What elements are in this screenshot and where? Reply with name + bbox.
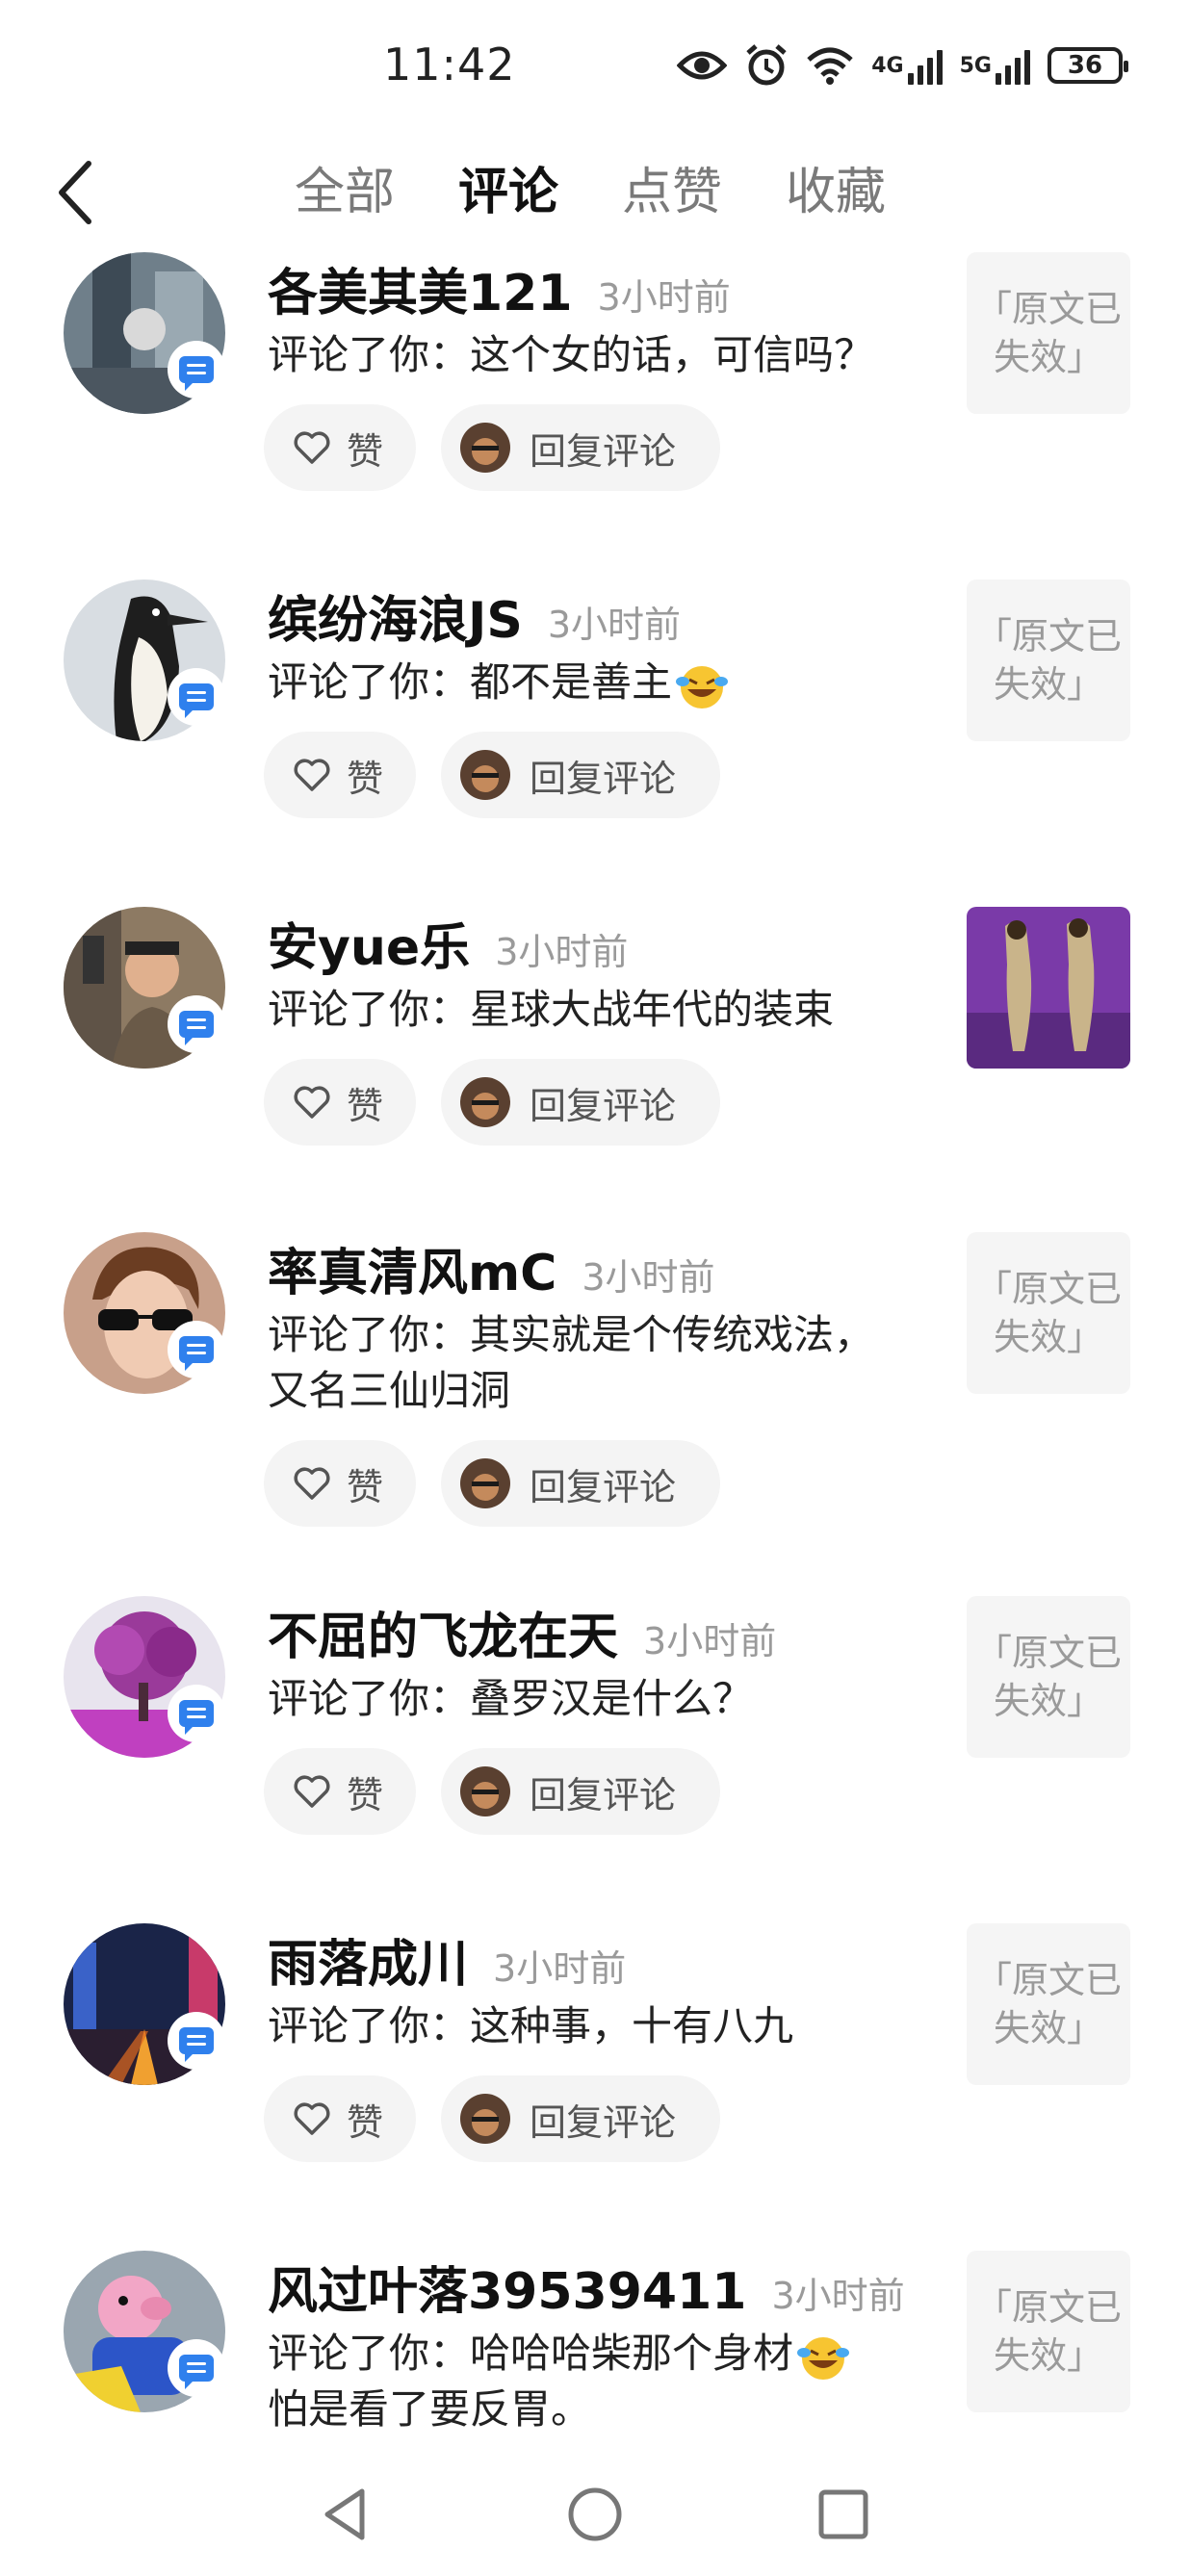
timestamp: 3小时前 — [582, 1256, 715, 1299]
comment-badge-icon — [168, 668, 225, 726]
reply-comment-button[interactable]: 回复评论 — [441, 404, 720, 491]
user-name[interactable]: 雨落成川 3小时前 — [268, 1923, 626, 1996]
my-avatar — [460, 2094, 510, 2144]
comment-text[interactable]: 评论了你：哈哈哈柴那个身材 怕是看了要反胃。 — [268, 2326, 903, 2437]
alarm-icon — [744, 43, 789, 88]
tab-likes[interactable]: 点赞 — [622, 154, 722, 231]
tab-bar: 全部 评论 点赞 收藏 — [295, 154, 886, 231]
tab-comments[interactable]: 评论 — [458, 154, 558, 231]
nav-back-button[interactable] — [318, 2486, 375, 2543]
comment-badge-icon — [168, 2339, 225, 2397]
my-avatar — [460, 1766, 510, 1816]
my-avatar — [460, 750, 510, 800]
system-nav-bar — [0, 2457, 1190, 2576]
heart-icon — [294, 2102, 330, 2135]
comment-badge-icon — [168, 2012, 225, 2070]
timestamp: 3小时前 — [643, 1620, 777, 1662]
reply-comment-button[interactable]: 回复评论 — [441, 1059, 720, 1146]
header: 全部 评论 点赞 收藏 — [0, 135, 1190, 250]
reply-comment-button[interactable]: 回复评论 — [441, 1440, 720, 1527]
like-button[interactable]: 赞 — [264, 1440, 416, 1527]
heart-icon — [294, 759, 330, 791]
comment-text[interactable]: 评论了你：星球大战年代的装束 — [268, 982, 903, 1038]
signal-4g-icon: 4G — [871, 46, 943, 85]
user-name[interactable]: 不屈的飞龙在天 3小时前 — [268, 1596, 776, 1668]
original-post-invalid[interactable]: 「原文已 失效」 — [967, 2251, 1130, 2412]
my-avatar — [460, 1077, 510, 1127]
user-name[interactable]: 风过叶落39539411 3小时前 — [268, 2251, 905, 2323]
timestamp: 3小时前 — [547, 604, 681, 646]
eye-icon — [677, 48, 728, 83]
status-icons: 4G 5G 36 — [677, 39, 1128, 92]
original-post-invalid[interactable]: 「原文已 失效」 — [967, 252, 1130, 414]
heart-icon — [294, 1467, 330, 1500]
chevron-left-icon — [59, 161, 91, 224]
my-avatar — [460, 1458, 510, 1508]
original-post-invalid[interactable]: 「原文已 失效」 — [967, 580, 1130, 741]
like-button[interactable]: 赞 — [264, 2075, 416, 2162]
status-time: 11:42 — [383, 39, 516, 90]
reply-comment-button[interactable]: 回复评论 — [441, 732, 720, 818]
user-name[interactable]: 缤纷海浪JS 3小时前 — [268, 580, 681, 652]
notification-list: 各美其美121 3小时前 评论了你：这个女的话，可信吗？ 赞 回复评论 「原文已失… — [0, 252, 1190, 2457]
my-avatar — [460, 423, 510, 473]
timestamp: 3小时前 — [597, 276, 731, 319]
signal-5g-icon: 5G — [960, 46, 1030, 85]
comment-badge-icon — [168, 1321, 225, 1378]
timestamp: 3小时前 — [495, 931, 629, 973]
timestamp: 3小时前 — [493, 1947, 627, 1990]
laugh-cry-emoji-icon — [676, 665, 729, 708]
tab-favorites[interactable]: 收藏 — [786, 154, 886, 231]
comment-text[interactable]: 评论了你：这种事，十有八九 — [268, 1998, 903, 2054]
nav-recents-button[interactable] — [815, 2486, 872, 2543]
reply-comment-button[interactable]: 回复评论 — [441, 1748, 720, 1835]
tab-all[interactable]: 全部 — [295, 154, 395, 231]
original-post-invalid[interactable]: 「原文已 失效」 — [967, 1596, 1130, 1758]
user-name[interactable]: 安yue乐 3小时前 — [268, 907, 628, 979]
comment-text[interactable]: 评论了你：其实就是个传统戏法， 又名三仙归洞 — [268, 1307, 903, 1419]
like-button[interactable]: 赞 — [264, 732, 416, 818]
status-bar: 11:42 4G 5G 36 — [0, 0, 1190, 135]
like-button[interactable]: 赞 — [264, 404, 416, 491]
square-recents-icon — [818, 2489, 868, 2539]
wifi-icon — [806, 46, 854, 85]
like-button[interactable]: 赞 — [264, 1059, 416, 1146]
original-post-thumbnail[interactable] — [967, 907, 1130, 1069]
user-name[interactable]: 率真清风mC 3小时前 — [268, 1232, 715, 1304]
back-button[interactable] — [46, 154, 114, 231]
timestamp: 3小时前 — [771, 2275, 905, 2317]
comment-badge-icon — [168, 341, 225, 399]
like-button[interactable]: 赞 — [264, 1748, 416, 1835]
reply-comment-button[interactable]: 回复评论 — [441, 2075, 720, 2162]
circle-home-icon — [568, 2487, 622, 2541]
comment-text[interactable]: 评论了你：叠罗汉是什么？ — [268, 1671, 903, 1727]
heart-icon — [294, 431, 330, 464]
original-post-invalid[interactable]: 「原文已 失效」 — [967, 1232, 1130, 1394]
comment-badge-icon — [168, 995, 225, 1053]
heart-icon — [294, 1775, 330, 1808]
triangle-back-icon — [324, 2488, 365, 2540]
comment-text[interactable]: 评论了你：都不是善主 — [268, 655, 903, 710]
heart-icon — [294, 1086, 330, 1119]
comment-text[interactable]: 评论了你：这个女的话，可信吗？ — [268, 327, 903, 383]
nav-home-button[interactable] — [566, 2486, 624, 2543]
battery-icon: 36 — [1048, 47, 1128, 84]
comment-badge-icon — [168, 1685, 225, 1742]
user-name[interactable]: 各美其美121 3小时前 — [268, 252, 731, 324]
laugh-cry-emoji-icon — [797, 2336, 850, 2380]
original-post-invalid[interactable]: 「原文已 失效」 — [967, 1923, 1130, 2085]
